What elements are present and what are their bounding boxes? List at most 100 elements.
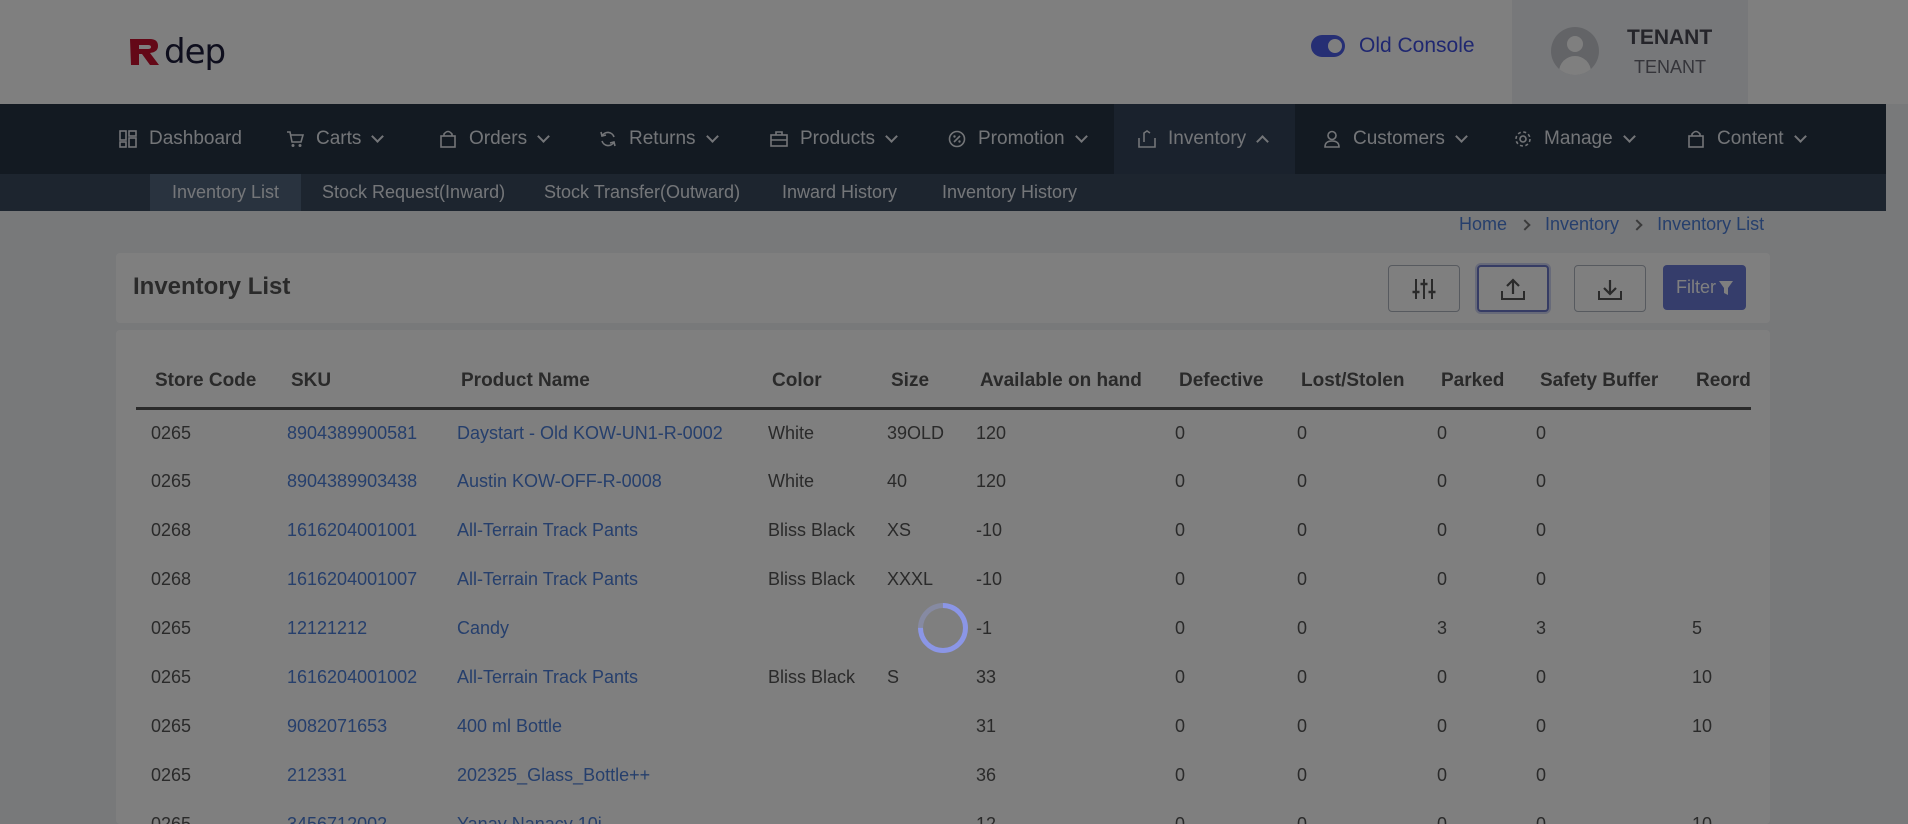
cell-size bbox=[872, 751, 961, 800]
cell-store-code: 0265 bbox=[151, 471, 192, 491]
cell-available: 120 bbox=[976, 422, 1007, 443]
cell-lost-stolen: 0 bbox=[1297, 814, 1308, 824]
chevron-down-icon bbox=[1074, 129, 1088, 143]
user-menu[interactable] bbox=[1512, 0, 1748, 104]
column-header-store-code[interactable]: Store Code bbox=[136, 356, 272, 410]
cell-defective: 0 bbox=[1175, 716, 1186, 736]
chevron-down-icon bbox=[885, 129, 898, 143]
column-header-color[interactable]: Color bbox=[753, 356, 872, 410]
cell-color: Bliss Black bbox=[768, 667, 856, 687]
brand-logo[interactable]: dep bbox=[128, 30, 226, 74]
bag-icon bbox=[1688, 130, 1704, 148]
nav-label: Customers bbox=[1353, 128, 1445, 149]
breadcrumb-home[interactable]: Home bbox=[1459, 214, 1507, 235]
cell-sku-link[interactable]: 3456712002 bbox=[272, 800, 442, 824]
cell-product-name-link[interactable]: Daystart - Old KOW-UN1-R-0002 bbox=[442, 408, 753, 457]
nav-item-manage[interactable]: Manage bbox=[1514, 104, 1636, 174]
cell-product-name-link[interactable]: Austin KOW-OFF-R-0008 bbox=[442, 457, 753, 506]
cell-safety-buffer: 0 bbox=[1536, 716, 1547, 736]
nav-item-returns[interactable]: Returns bbox=[599, 104, 719, 174]
cell-parked: 0 bbox=[1437, 814, 1448, 824]
cell-safety-buffer: 3 bbox=[1536, 618, 1547, 638]
avatar[interactable] bbox=[1551, 27, 1599, 75]
cell-store-code: 0265 bbox=[151, 618, 192, 638]
cell-sku-link[interactable]: 1616204001007 bbox=[272, 555, 442, 604]
nav-label: Orders bbox=[469, 128, 528, 149]
nav-item-carts[interactable]: Carts bbox=[286, 104, 385, 174]
cell-reorder: 10 bbox=[1692, 814, 1713, 824]
cell-store-code: 0268 bbox=[151, 520, 192, 540]
nav-label: Content bbox=[1717, 128, 1784, 149]
column-header-sku[interactable]: SKU bbox=[272, 356, 442, 410]
cell-sku-link[interactable]: 1616204001002 bbox=[272, 653, 442, 702]
column-header-available-on-hand[interactable]: Available on hand bbox=[961, 356, 1160, 410]
user-name: TENANT bbox=[1627, 26, 1713, 49]
cell-sku-link[interactable]: 8904389900581 bbox=[272, 408, 442, 457]
subnav-item-stock-transfer[interactable]: Stock Transfer(Outward) bbox=[522, 174, 762, 211]
cell-sku-link[interactable]: 9082071653 bbox=[272, 702, 442, 751]
nav-item-content[interactable]: Content bbox=[1687, 104, 1807, 174]
table-row: 0268 1616204001007 All-Terrain Track Pan… bbox=[136, 555, 1751, 604]
subnav-item-stock-request[interactable]: Stock Request(Inward) bbox=[300, 174, 527, 211]
briefcase-icon bbox=[770, 131, 788, 147]
cell-color bbox=[753, 751, 872, 800]
cell-product-name-link[interactable]: All-Terrain Track Pants bbox=[442, 506, 753, 555]
cell-parked: 0 bbox=[1437, 422, 1448, 443]
table-row: 0268 1616204001001 All-Terrain Track Pan… bbox=[136, 506, 1751, 555]
chevron-down-icon bbox=[537, 129, 550, 143]
nav-label: Carts bbox=[316, 128, 362, 149]
cell-available: -10 bbox=[976, 569, 1003, 589]
cell-product-name-link[interactable]: 202325_Glass_Bottle++ bbox=[442, 751, 753, 800]
column-settings-button[interactable] bbox=[1388, 265, 1460, 312]
cell-sku-link[interactable]: 8904389903438 bbox=[272, 457, 442, 506]
cell-lost-stolen: 0 bbox=[1297, 716, 1308, 736]
nav-item-customers[interactable]: Customers bbox=[1323, 104, 1468, 174]
download-button[interactable] bbox=[1574, 265, 1646, 312]
cell-available: -10 bbox=[976, 520, 1003, 540]
table-row: 0265 3456712002 Yanay Nanacy 10i 12 0 0 … bbox=[136, 800, 1751, 824]
column-header-defective[interactable]: Defective bbox=[1160, 356, 1282, 410]
nav-item-promotion[interactable]: Promotion bbox=[948, 104, 1088, 174]
subnav-item-inventory-list[interactable]: Inventory List bbox=[150, 174, 302, 211]
breadcrumb-inventory[interactable]: Inventory bbox=[1545, 214, 1619, 235]
subnav-item-inward-history[interactable]: Inward History bbox=[760, 174, 919, 211]
filter-button[interactable]: Filter bbox=[1663, 265, 1746, 310]
cell-sku-link[interactable]: 1616204001001 bbox=[272, 506, 442, 555]
cell-color: White bbox=[768, 422, 815, 443]
cell-sku-link[interactable]: 12121212 bbox=[272, 604, 442, 653]
cell-product-name-link[interactable]: 400 ml Bottle bbox=[442, 702, 753, 751]
subnav-item-inventory-history[interactable]: Inventory History bbox=[920, 174, 1099, 211]
cell-size: XS bbox=[887, 520, 912, 540]
inventory-table: Store Code SKU Product Name Color Size A… bbox=[136, 356, 1751, 824]
column-header-parked[interactable]: Parked bbox=[1422, 356, 1521, 410]
chevron-down-icon bbox=[1793, 129, 1807, 143]
column-header-safety-buffer[interactable]: Safety Buffer bbox=[1521, 356, 1677, 410]
cell-product-name-link[interactable]: All-Terrain Track Pants bbox=[442, 555, 753, 604]
cell-safety-buffer: 0 bbox=[1536, 765, 1547, 785]
upload-button[interactable] bbox=[1477, 265, 1549, 312]
cell-sku-link[interactable]: 212331 bbox=[272, 751, 442, 800]
old-console-toggle[interactable]: Old Console bbox=[1311, 34, 1475, 58]
column-header-size[interactable]: Size bbox=[872, 356, 961, 410]
cell-lost-stolen: 0 bbox=[1297, 569, 1308, 589]
cell-product-name-link[interactable]: Yanay Nanacy 10i bbox=[442, 800, 753, 824]
cell-defective: 0 bbox=[1175, 471, 1186, 491]
cell-product-name-link[interactable]: All-Terrain Track Pants bbox=[442, 653, 753, 702]
column-header-product-name[interactable]: Product Name bbox=[442, 356, 753, 410]
cell-lost-stolen: 0 bbox=[1297, 520, 1308, 540]
nav-item-products[interactable]: Products bbox=[770, 104, 898, 174]
cell-product-name-link[interactable]: Candy bbox=[442, 604, 753, 653]
column-header-reorder[interactable]: Reord bbox=[1677, 356, 1751, 410]
cell-reorder: 10 bbox=[1692, 716, 1713, 736]
table-row: 0265 212331 202325_Glass_Bottle++ 36 0 0… bbox=[136, 751, 1751, 800]
toggle-switch[interactable] bbox=[1311, 35, 1345, 57]
inventory-icon bbox=[1138, 130, 1156, 148]
cell-parked: 0 bbox=[1437, 520, 1448, 540]
cell-reorder: 5 bbox=[1692, 618, 1703, 638]
column-header-lost-stolen[interactable]: Lost/Stolen bbox=[1282, 356, 1422, 410]
nav-item-orders[interactable]: Orders bbox=[439, 104, 550, 174]
sliders-icon bbox=[1412, 278, 1436, 299]
nav-item-inventory[interactable]: Inventory bbox=[1114, 104, 1295, 174]
nav-item-dashboard[interactable]: Dashboard bbox=[119, 104, 242, 174]
cell-reorder bbox=[1677, 408, 1751, 457]
